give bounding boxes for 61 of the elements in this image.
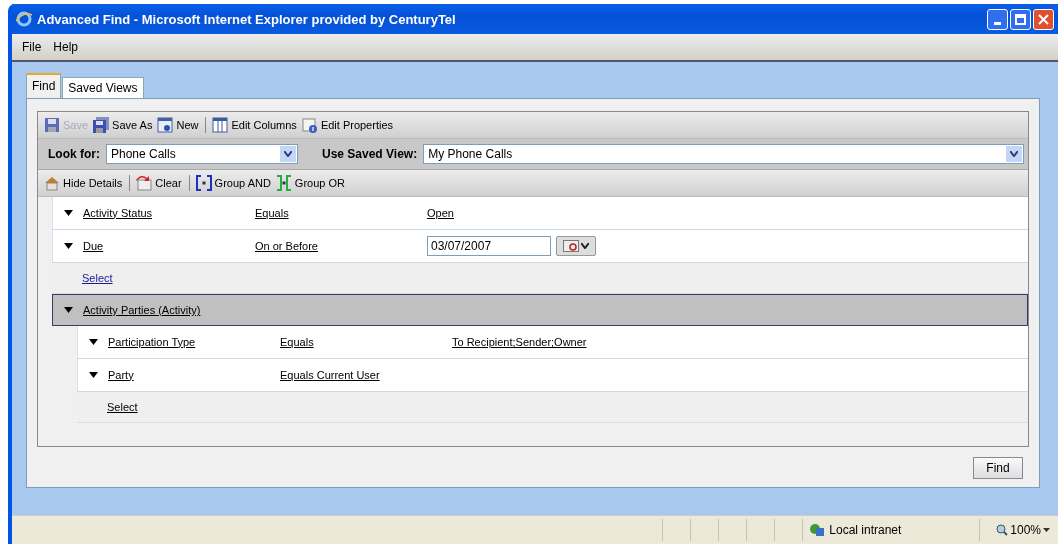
- toolbar-button[interactable]: Save As: [93, 117, 158, 133]
- minimize-icon: [994, 21, 1001, 25]
- operator-link[interactable]: Equals: [280, 335, 314, 348]
- house-icon: [44, 175, 60, 191]
- new-record-icon: [157, 117, 174, 133]
- clear-icon: [136, 175, 153, 191]
- toolbar-button[interactable]: Group AND: [195, 175, 276, 191]
- operator-link[interactable]: On or Before: [255, 239, 318, 252]
- operator-link[interactable]: Equals: [255, 206, 289, 219]
- operator-link[interactable]: Equals Current User: [280, 368, 380, 381]
- minimize-button[interactable]: [987, 8, 1008, 30]
- value-link[interactable]: To Recipient;Sender;Owner: [452, 336, 587, 348]
- tab[interactable]: Saved Views: [62, 77, 144, 98]
- dropdown-arrow-icon: [88, 339, 98, 345]
- zone-label: Local intranet: [829, 523, 902, 537]
- field-link[interactable]: Due: [83, 239, 104, 252]
- dropdown-arrow-icon: [63, 210, 73, 216]
- entity-dropdown[interactable]: Phone Calls: [106, 144, 298, 164]
- related-entity-link[interactable]: Activity Parties (Activity): [83, 304, 201, 316]
- maximize-icon: [1015, 13, 1026, 25]
- toolbar-button[interactable]: Edit Columns: [212, 117, 302, 133]
- magnifier-icon: [996, 524, 1009, 536]
- group-brackets-icon: [275, 175, 292, 191]
- close-button[interactable]: [1033, 8, 1054, 30]
- field-label: Look for:: [48, 147, 100, 161]
- field-link[interactable]: Party: [108, 368, 134, 381]
- chevron-down-icon: [581, 243, 589, 249]
- group-brackets-icon: [195, 175, 212, 191]
- field-link[interactable]: Participation Type: [108, 335, 196, 348]
- maximize-button[interactable]: [1010, 8, 1031, 30]
- network-icon: [809, 522, 826, 538]
- dropdown-arrow-icon: [88, 372, 98, 378]
- tab[interactable]: Find: [26, 73, 62, 98]
- dropdown-arrow-icon: [1043, 528, 1050, 532]
- select-link[interactable]: Select: [107, 401, 138, 413]
- select-link[interactable]: Select: [82, 272, 113, 284]
- dropdown-arrow-icon: [63, 243, 73, 249]
- columns-icon: [212, 117, 229, 133]
- field-label: Use Saved View:: [322, 147, 418, 161]
- view-dropdown[interactable]: My Phone Calls: [423, 144, 1024, 164]
- toolbar-button[interactable]: Edit Properties: [301, 117, 399, 133]
- calendar-button[interactable]: [556, 236, 596, 256]
- window-title: Advanced Find - Microsoft Internet Explorer provided by CenturyTel: [37, 11, 457, 27]
- toolbar-button[interactable]: New: [157, 117, 204, 133]
- zoom-button[interactable]: 100%: [980, 523, 1058, 537]
- floppy-disk-icon: [93, 117, 110, 133]
- toolbar-button[interactable]: Clear: [136, 175, 187, 191]
- find-button[interactable]: Find: [973, 457, 1023, 479]
- calendar-icon: [563, 240, 579, 252]
- close-icon: [1038, 13, 1049, 25]
- value-link[interactable]: Open: [427, 207, 454, 219]
- toolbar-button[interactable]: Group OR: [275, 175, 350, 191]
- menu-item[interactable]: File: [16, 40, 48, 54]
- chevron-down-icon: [284, 151, 292, 157]
- chevron-down-icon: [1010, 151, 1018, 157]
- field-link[interactable]: Activity Status: [83, 206, 153, 219]
- properties-icon: [301, 117, 318, 133]
- menu-item[interactable]: Help: [47, 40, 85, 54]
- toolbar-button[interactable]: Hide Details: [44, 175, 128, 191]
- browser-logo-icon: [16, 11, 32, 27]
- date-field[interactable]: 03/07/2007: [427, 236, 551, 256]
